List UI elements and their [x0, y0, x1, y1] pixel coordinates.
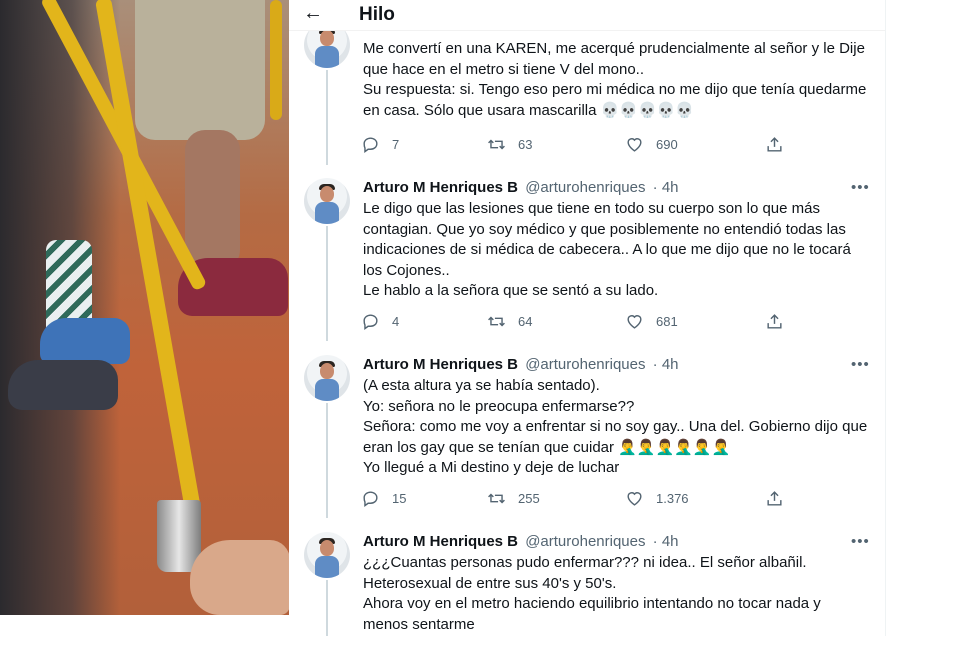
tweet-header: Arturo M Henriques B @arturohenriques · … [363, 533, 679, 550]
tweet-line: Me convertí en una KAREN, me acerqué pru… [363, 40, 865, 57]
share-button[interactable] [765, 135, 784, 154]
thread-line [326, 580, 328, 636]
subway-photo [0, 0, 289, 615]
like-count: 690 [656, 137, 678, 152]
retweet-count: 63 [518, 137, 533, 152]
like-button[interactable]: 1.376 [625, 489, 689, 508]
tweet-line: Le hablo a la señora que se sentó a su l… [363, 282, 659, 299]
author-handle[interactable]: @arturohenriques [525, 356, 645, 373]
tweet-line: que hace en el metro si tiene V del mono… [363, 60, 645, 78]
reply-count: 15 [392, 491, 407, 506]
share-icon [767, 491, 782, 506]
retweet-icon [488, 139, 505, 150]
author-handle[interactable]: @arturohenriques [525, 179, 645, 196]
tweet-line: Señora: como me voy a enfrentar si no so… [363, 418, 868, 435]
tweet-line: Heterosexual de entre sus 40's y 50's. [363, 574, 617, 592]
author-name[interactable]: Arturo M Henriques B [363, 179, 518, 196]
reply-button[interactable]: 15 [361, 489, 406, 508]
like-button[interactable]: 690 [625, 135, 678, 154]
avatar[interactable] [304, 178, 350, 224]
reply-button[interactable]: 4 [361, 312, 399, 331]
tweet-line: los Cojones.. [363, 261, 450, 279]
thread-line [326, 226, 328, 341]
tweet-line: contagian. Que yo soy médico y que posib… [363, 220, 846, 238]
author-handle[interactable]: @arturohenriques [525, 533, 645, 550]
tweet-line: Le digo que las lesiones que tiene en to… [363, 200, 820, 217]
tweet-line: en casa. Sólo que usara mascarilla 💀💀💀💀💀 [363, 101, 695, 119]
tweet-time[interactable]: · 4h [653, 179, 679, 196]
tweet-text: Me convertí en una KAREN, me acerqué pru… [363, 39, 873, 121]
reply-icon [363, 491, 378, 508]
tweet-text: Le digo que las lesiones que tiene en to… [363, 199, 873, 302]
tweet-actions: 7 63 690 [361, 135, 801, 155]
more-icon[interactable]: ••• [851, 179, 870, 196]
reply-button[interactable]: 7 [361, 135, 399, 154]
retweet-icon [488, 493, 505, 504]
share-icon [767, 314, 782, 329]
share-button[interactable] [765, 489, 784, 508]
tweet-line: menos sentarme [363, 615, 475, 633]
tweet-line: Ahora voy en el metro haciendo equilibri… [363, 595, 821, 612]
tweet-line: Yo: señora no le preocupa enfermarse?? [363, 397, 635, 415]
reply-icon [363, 137, 378, 154]
reply-count: 7 [392, 137, 400, 152]
tweet-actions: 15 255 1.376 [361, 489, 801, 509]
like-button[interactable]: 681 [625, 312, 678, 331]
tweet-line: indicaciones de si médica de cabecera.. … [363, 241, 851, 258]
back-arrow-icon[interactable]: ← [303, 2, 323, 25]
share-icon [767, 137, 782, 152]
like-icon [627, 315, 642, 329]
tweet-text: (A esta altura ya se había sentado). Yo:… [363, 376, 873, 479]
avatar[interactable] [304, 355, 350, 401]
retweet-count: 255 [518, 491, 540, 506]
share-button[interactable] [765, 312, 784, 331]
thread-line [326, 70, 328, 165]
tweet-time[interactable]: · 4h [653, 356, 679, 373]
like-count: 681 [656, 314, 678, 329]
author-name[interactable]: Arturo M Henriques B [363, 533, 518, 550]
retweet-icon [488, 316, 505, 327]
thread-panel: Me convertí en una KAREN, me acerqué pru… [289, 0, 886, 636]
retweet-button[interactable]: 64 [487, 312, 532, 331]
tweet-time[interactable]: · 4h [653, 533, 679, 550]
avatar[interactable] [304, 532, 350, 578]
more-icon[interactable]: ••• [851, 356, 870, 373]
thread-line [326, 403, 328, 518]
retweet-count: 64 [518, 314, 533, 329]
tweet-line: Yo llegué a Mi destino y deje de luchar [363, 459, 620, 476]
page-title: Hilo [359, 4, 395, 25]
tweet-actions: 4 64 681 [361, 312, 801, 332]
tweet-line: eran los gay que se tenían que cuidar 🤦‍… [363, 438, 731, 456]
reply-icon [363, 314, 378, 331]
retweet-button[interactable]: 255 [487, 489, 540, 508]
like-icon [627, 138, 642, 152]
tweet-text: ¿¿¿Cuantas personas pudo enfermar??? ni … [363, 553, 873, 635]
like-icon [627, 492, 642, 506]
more-icon[interactable]: ••• [851, 533, 870, 550]
tweet-line: ¿¿¿Cuantas personas pudo enfermar??? ni … [363, 554, 807, 571]
like-count: 1.376 [656, 491, 689, 506]
retweet-button[interactable]: 63 [487, 135, 532, 154]
tweet-header: Arturo M Henriques B @arturohenriques · … [363, 356, 679, 373]
tweet-header: Arturo M Henriques B @arturohenriques · … [363, 179, 679, 196]
reply-count: 4 [392, 314, 400, 329]
top-bar: ← Hilo [289, 0, 885, 31]
tweet-line: (A esta altura ya se había sentado). [363, 377, 600, 394]
tweet-line: Su respuesta: si. Tengo eso pero mi médi… [363, 81, 867, 98]
author-name[interactable]: Arturo M Henriques B [363, 356, 518, 373]
